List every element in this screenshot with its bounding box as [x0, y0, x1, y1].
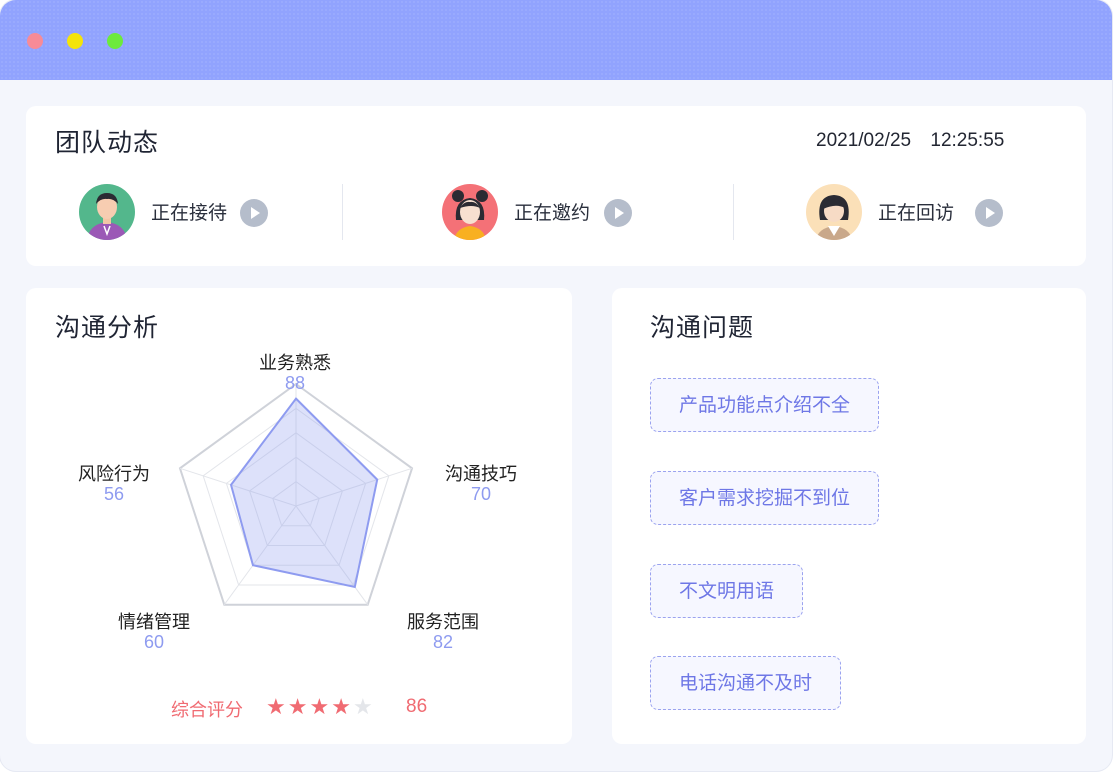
problem-tag[interactable]: 不文明用语 [650, 564, 804, 618]
overall-rating-label: 综合评分 [171, 700, 243, 721]
radar-axis-label: 风险行为 [78, 464, 150, 485]
male-avatar-icon [79, 184, 135, 240]
play-icon[interactable] [604, 199, 632, 227]
date-text: 2021/02/25 [816, 130, 912, 151]
radar-axis-label: 沟通技巧 [445, 464, 517, 485]
datetime: 2021/02/25 12:25:55 [816, 130, 1018, 152]
member-status-text: 正在邀约 [514, 202, 591, 224]
female-bun-avatar-icon [442, 184, 498, 240]
member-status-text: 正在回访 [878, 202, 955, 224]
communication-problems-card: 沟通问题 产品功能点介绍不全 客户需求挖掘不到位 不文明用语 电话沟通不及时 [612, 288, 1086, 744]
member-invitation: 正在邀约 [442, 184, 662, 240]
radar-axis-label: 情绪管理 [118, 612, 190, 633]
play-icon[interactable] [975, 199, 1003, 227]
radar-axis-label: 服务范围 [407, 612, 479, 633]
overall-rating-value: 86 [406, 696, 428, 717]
rating-stars: ★★★★★ [266, 697, 375, 719]
problem-tag[interactable]: 产品功能点介绍不全 [650, 378, 880, 432]
female-bob-avatar-icon [806, 184, 862, 240]
star-filled-icon: ★ [287, 695, 308, 720]
star-filled-icon: ★ [266, 695, 286, 720]
member-reception: 正在接待 [79, 184, 299, 240]
app-window: 团队动态 2021/02/25 12:25:55 正在接待 正在邀约 正在回访 … [0, 0, 1112, 771]
star-filled-icon: ★ [331, 695, 351, 720]
divider [342, 184, 343, 240]
radar-axis-value: 70 [470, 484, 492, 504]
member-status-text: 正在接待 [151, 202, 228, 224]
communication-analysis-card: 沟通分析 业务熟悉 88 沟通技巧 70 服务范围 82 情绪管理 60 风险行… [26, 288, 572, 744]
star-empty-icon: ★ [352, 695, 373, 720]
maximize-dot-button[interactable] [107, 33, 123, 49]
play-icon[interactable] [240, 199, 268, 227]
window-titlebar [0, 0, 1112, 80]
team-dynamics-title: 团队动态 [55, 128, 160, 157]
radar-axis-value: 56 [103, 484, 125, 504]
radar-axis-label: 业务熟悉 [259, 353, 331, 374]
problem-tag[interactable]: 电话沟通不及时 [650, 656, 842, 710]
problems-title: 沟通问题 [650, 313, 755, 342]
problem-tag[interactable]: 客户需求挖掘不到位 [650, 471, 880, 525]
minimize-dot-button[interactable] [67, 33, 83, 49]
member-revisit: 正在回访 [806, 184, 1036, 240]
star-filled-icon: ★ [309, 695, 330, 720]
radar-axis-value: 60 [143, 632, 165, 652]
time-text: 12:25:55 [930, 130, 1005, 151]
radar-axis-value: 82 [432, 632, 454, 652]
team-dynamics-card: 团队动态 2021/02/25 12:25:55 正在接待 正在邀约 正在回访 [26, 106, 1086, 266]
radar-axis-value: 88 [284, 373, 306, 393]
divider [733, 184, 734, 240]
close-dot-button[interactable] [27, 33, 43, 49]
